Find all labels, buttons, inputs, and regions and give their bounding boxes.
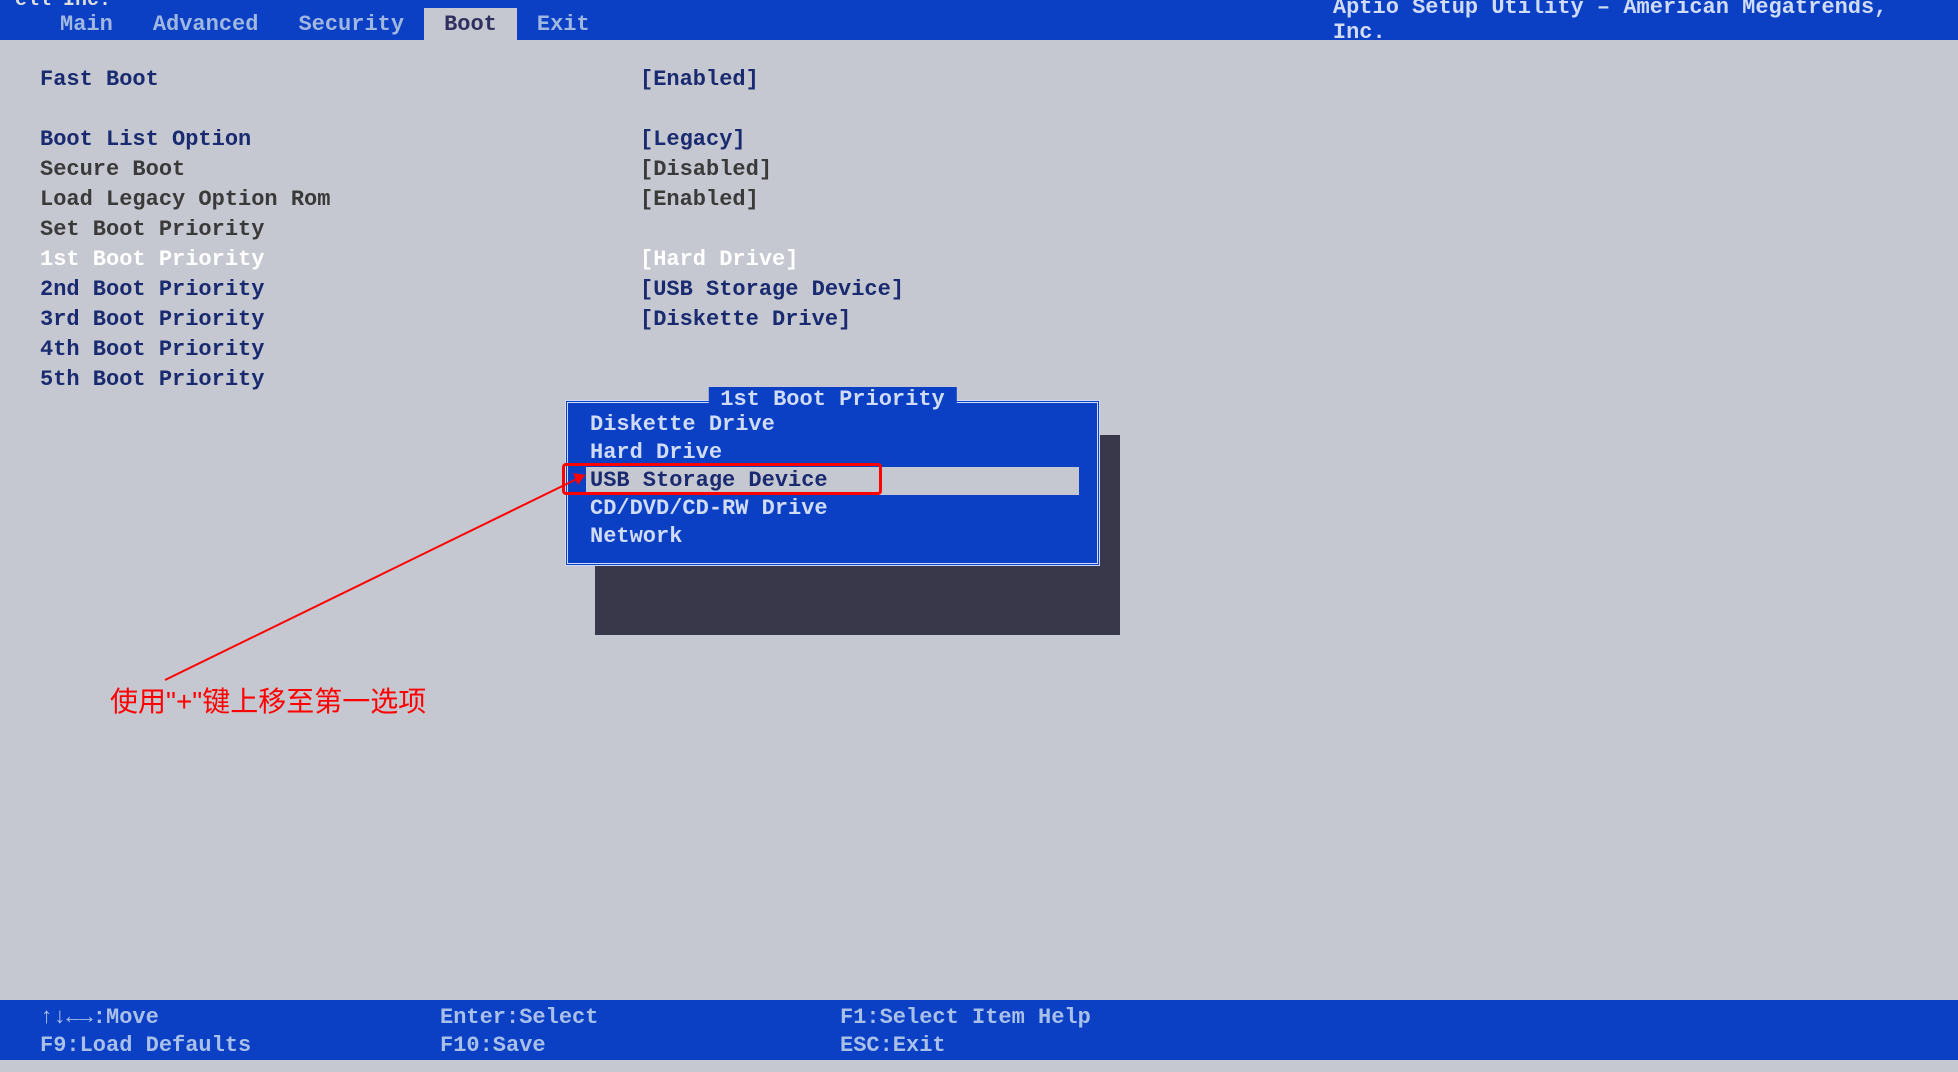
setting-row[interactable]: Secure Boot[Disabled] bbox=[40, 155, 1928, 185]
setting-row[interactable]: 1st Boot Priority[Hard Drive] bbox=[40, 245, 1928, 275]
tab-main[interactable]: Main bbox=[40, 8, 133, 41]
setting-label: 3rd Boot Priority bbox=[40, 305, 640, 335]
vendor-and-tabs: ell Inc. MainAdvancedSecurityBootExit bbox=[10, 0, 1333, 41]
popup-option[interactable]: USB Storage Device bbox=[586, 467, 1079, 495]
popup-option[interactable]: Diskette Drive bbox=[586, 411, 1079, 439]
tab-security[interactable]: Security bbox=[278, 8, 424, 41]
setting-label: 4th Boot Priority bbox=[40, 335, 640, 365]
setting-row[interactable]: Set Boot Priority bbox=[40, 215, 1928, 245]
popup-option[interactable]: CD/DVD/CD-RW Drive bbox=[586, 495, 1079, 523]
setting-value: [Enabled] bbox=[640, 185, 759, 215]
footer-exit-hint: ESC:Exit bbox=[840, 1032, 946, 1060]
vendor-label: ell Inc. bbox=[10, 0, 1333, 8]
footer-select-hint: Enter:Select bbox=[440, 1004, 840, 1032]
setting-value: [Enabled] bbox=[640, 65, 759, 95]
tab-advanced[interactable]: Advanced bbox=[133, 8, 279, 41]
setting-value: [USB Storage Device] bbox=[640, 275, 904, 305]
footer-save-hint: F10:Save bbox=[440, 1032, 840, 1060]
setting-value: [Hard Drive] bbox=[640, 245, 798, 275]
popup-option[interactable]: Network bbox=[586, 523, 1079, 551]
setting-label: Set Boot Priority bbox=[40, 215, 640, 245]
tab-boot[interactable]: Boot bbox=[424, 8, 517, 41]
main-panel: Fast Boot[Enabled]Boot List Option[Legac… bbox=[0, 40, 1958, 1002]
footer-move-hint: ↑↓←→:Move bbox=[40, 1004, 440, 1032]
header-bar: ell Inc. MainAdvancedSecurityBootExit Ap… bbox=[0, 0, 1958, 40]
boot-priority-popup: 1st Boot Priority Diskette DriveHard Dri… bbox=[565, 400, 1100, 566]
setting-row[interactable]: 5th Boot Priority bbox=[40, 365, 1928, 395]
setting-label: Load Legacy Option Rom bbox=[40, 185, 640, 215]
popup-option[interactable]: Hard Drive bbox=[586, 439, 1079, 467]
setting-row[interactable]: Boot List Option[Legacy] bbox=[40, 125, 1928, 155]
setting-label: Boot List Option bbox=[40, 125, 640, 155]
setting-row[interactable]: 4th Boot Priority bbox=[40, 335, 1928, 365]
footer-row-1: ↑↓←→:Move Enter:Select F1:Select Item He… bbox=[40, 1004, 1918, 1032]
setting-label: 2nd Boot Priority bbox=[40, 275, 640, 305]
setting-value: [Legacy] bbox=[640, 125, 746, 155]
popup-title: 1st Boot Priority bbox=[708, 387, 956, 412]
setting-row[interactable]: Fast Boot[Enabled] bbox=[40, 65, 1928, 95]
footer-help-hint: F1:Select Item Help bbox=[840, 1004, 1091, 1032]
setting-value: [Diskette Drive] bbox=[640, 305, 851, 335]
tab-exit[interactable]: Exit bbox=[517, 8, 610, 41]
setting-label: Secure Boot bbox=[40, 155, 640, 185]
setting-label: 1st Boot Priority bbox=[40, 245, 640, 275]
setting-label: 5th Boot Priority bbox=[40, 365, 640, 395]
utility-title: Aptio Setup Utility – American Megatrend… bbox=[1333, 0, 1948, 45]
setting-row[interactable]: Load Legacy Option Rom[Enabled] bbox=[40, 185, 1928, 215]
footer-bar: ↑↓←→:Move Enter:Select F1:Select Item He… bbox=[0, 1002, 1958, 1060]
setting-row[interactable]: 2nd Boot Priority[USB Storage Device] bbox=[40, 275, 1928, 305]
tabs: MainAdvancedSecurityBootExit bbox=[40, 8, 1333, 41]
footer-defaults-hint: F9:Load Defaults bbox=[40, 1032, 440, 1060]
setting-value: [Disabled] bbox=[640, 155, 772, 185]
spacer bbox=[40, 95, 1928, 125]
setting-row[interactable]: 3rd Boot Priority[Diskette Drive] bbox=[40, 305, 1928, 335]
annotation-text: 使用"+"键上移至第一选项 bbox=[110, 680, 426, 720]
bios-screen: ell Inc. MainAdvancedSecurityBootExit Ap… bbox=[0, 0, 1958, 1072]
footer-row-2: F9:Load Defaults F10:Save ESC:Exit bbox=[40, 1032, 1918, 1060]
setting-label: Fast Boot bbox=[40, 65, 640, 95]
